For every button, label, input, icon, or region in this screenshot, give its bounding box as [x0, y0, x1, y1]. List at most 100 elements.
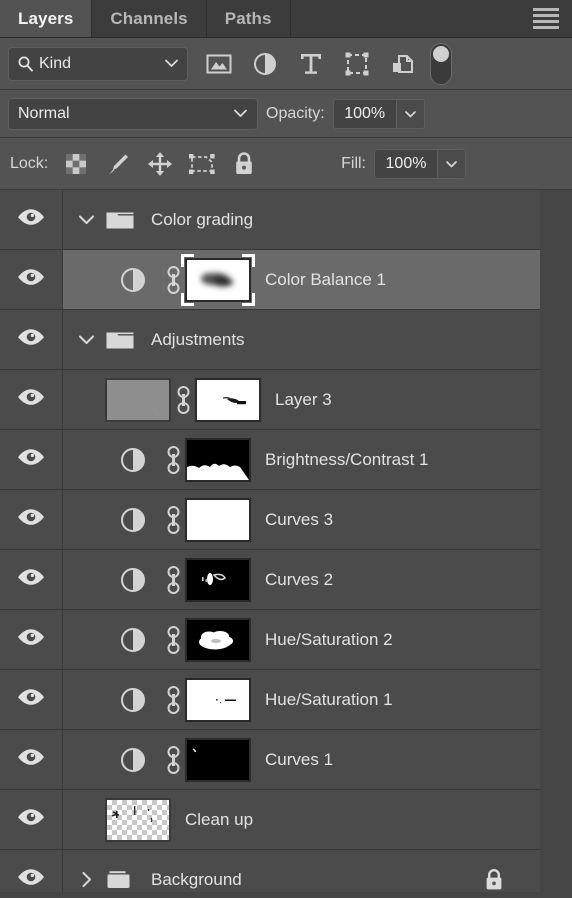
layer-row[interactable]: Hue/Saturation 2 — [0, 610, 572, 670]
layer-row[interactable]: Layer 3 — [0, 370, 572, 430]
link-mask-icon[interactable] — [161, 685, 185, 715]
layer-name[interactable]: Color Balance 1 — [265, 270, 386, 290]
layer-name[interactable]: Curves 1 — [265, 750, 333, 770]
layer-name[interactable]: Clean up — [185, 810, 253, 830]
layer-row-content[interactable]: Color grading — [63, 190, 540, 249]
adjustment-layer-filter-icon[interactable] — [242, 42, 288, 86]
layer-name[interactable]: Hue/Saturation 1 — [265, 690, 393, 710]
link-mask-icon[interactable] — [161, 505, 185, 535]
smart-object-filter-icon[interactable] — [380, 42, 426, 86]
layer-thumbnail[interactable] — [105, 797, 171, 842]
lock-position-icon[interactable] — [140, 144, 180, 184]
layer-row[interactable]: Curves 3 — [0, 490, 572, 550]
link-mask-icon[interactable] — [161, 745, 185, 775]
layer-visibility-toggle[interactable] — [0, 550, 63, 609]
layer-visibility-toggle[interactable] — [0, 790, 63, 849]
layer-row-content[interactable]: Adjustments — [63, 310, 540, 369]
layer-name[interactable]: Curves 3 — [265, 510, 333, 530]
layer-name[interactable]: Background — [151, 870, 242, 890]
shape-layer-filter-icon[interactable] — [334, 42, 380, 86]
layer-visibility-toggle[interactable] — [0, 850, 63, 893]
adjustment-half-circle-icon[interactable] — [105, 687, 161, 713]
layer-list-scroll-gutter[interactable] — [540, 190, 572, 893]
panel-menu-button[interactable] — [520, 0, 572, 37]
layer-row[interactable]: Hue/Saturation 1 — [0, 670, 572, 730]
layer-mask-thumbnail[interactable] — [185, 557, 251, 602]
layer-row-content[interactable]: Clean up — [63, 790, 540, 849]
link-mask-icon[interactable] — [161, 625, 185, 655]
adjustment-half-circle-icon[interactable] — [105, 747, 161, 773]
adjustment-half-circle-icon[interactable] — [105, 507, 161, 533]
layer-row-content[interactable]: Brightness/Contrast 1 — [63, 430, 540, 489]
layer-row[interactable]: Color Balance 1 — [0, 250, 572, 310]
layer-list[interactable]: Color grading Color Balance 1 Adjustment… — [0, 190, 572, 893]
layer-row-content[interactable]: Hue/Saturation 1 — [63, 670, 540, 729]
adjustment-half-circle-icon[interactable] — [105, 447, 161, 473]
group-disclosure-chevron-right-icon[interactable] — [69, 870, 103, 889]
layer-thumbnail[interactable] — [105, 377, 171, 422]
layer-name[interactable]: Brightness/Contrast 1 — [265, 450, 428, 470]
layer-row-content[interactable]: Background — [63, 850, 540, 893]
layer-visibility-toggle[interactable] — [0, 310, 63, 369]
layer-name[interactable]: Hue/Saturation 2 — [265, 630, 393, 650]
layer-name[interactable]: Adjustments — [151, 330, 245, 350]
adjustment-half-circle-icon[interactable] — [105, 627, 161, 653]
layer-row[interactable]: Brightness/Contrast 1 — [0, 430, 572, 490]
layer-mask-thumbnail[interactable] — [185, 497, 251, 542]
group-disclosure-chevron-down-icon[interactable] — [69, 213, 103, 226]
opacity-value[interactable]: 100% — [333, 99, 396, 128]
layer-row[interactable]: Color grading — [0, 190, 572, 250]
layer-visibility-toggle[interactable] — [0, 730, 63, 789]
layer-visibility-toggle[interactable] — [0, 490, 63, 549]
adjustment-half-circle-icon[interactable] — [105, 267, 161, 293]
layer-name[interactable]: Curves 2 — [265, 570, 333, 590]
blend-mode-dropdown[interactable]: Normal — [8, 97, 258, 130]
layer-mask-thumbnail[interactable] — [185, 737, 251, 782]
tab-paths[interactable]: Paths — [206, 0, 291, 37]
layer-row-content[interactable]: Hue/Saturation 2 — [63, 610, 540, 669]
lock-transparent-pixels-icon[interactable] — [56, 144, 96, 184]
layer-row[interactable]: Curves 2 — [0, 550, 572, 610]
type-layer-filter-icon[interactable] — [288, 42, 334, 86]
opacity-field[interactable]: 100% — [332, 98, 425, 129]
layer-visibility-toggle[interactable] — [0, 250, 63, 309]
layer-row-content[interactable]: Curves 1 — [63, 730, 540, 789]
layer-row-content[interactable]: Curves 3 — [63, 490, 540, 549]
layer-visibility-toggle[interactable] — [0, 370, 63, 429]
tab-layers[interactable]: Layers — [0, 0, 93, 37]
fill-field[interactable]: 100% — [374, 148, 466, 179]
pixel-layer-filter-icon[interactable] — [196, 42, 242, 86]
layer-row[interactable]: Adjustments — [0, 310, 572, 370]
fill-stepper-chevron-down-icon[interactable] — [437, 149, 465, 178]
layer-name[interactable]: Layer 3 — [275, 390, 332, 410]
lock-artboard-nesting-icon[interactable] — [182, 144, 222, 184]
layer-row-content[interactable]: Layer 3 — [63, 370, 540, 429]
link-mask-icon[interactable] — [161, 445, 185, 475]
group-disclosure-chevron-down-icon[interactable] — [69, 333, 103, 346]
layer-mask-thumbnail[interactable] — [185, 257, 251, 302]
filter-kind-dropdown[interactable]: Kind — [8, 46, 188, 81]
layer-mask-thumbnail[interactable] — [185, 437, 251, 482]
fill-value[interactable]: 100% — [375, 149, 437, 178]
layer-row[interactable]: Background — [0, 850, 572, 893]
filter-enable-toggle[interactable] — [430, 42, 452, 85]
lock-image-pixels-icon[interactable] — [98, 144, 138, 184]
adjustment-half-circle-icon[interactable] — [105, 567, 161, 593]
link-mask-icon[interactable] — [171, 385, 195, 415]
layer-visibility-toggle[interactable] — [0, 610, 63, 669]
layer-row-content[interactable]: Curves 2 — [63, 550, 540, 609]
layer-mask-thumbnail[interactable] — [185, 617, 251, 662]
layer-visibility-toggle[interactable] — [0, 190, 63, 249]
layer-mask-thumbnail[interactable] — [185, 677, 251, 722]
layer-row[interactable]: Curves 1 — [0, 730, 572, 790]
layer-mask-thumbnail[interactable] — [195, 377, 261, 422]
layer-row[interactable]: Clean up — [0, 790, 572, 850]
tab-channels[interactable]: Channels — [92, 0, 207, 37]
opacity-stepper-chevron-down-icon[interactable] — [395, 99, 424, 128]
layer-row-content[interactable]: Color Balance 1 — [63, 250, 540, 309]
layer-name[interactable]: Color grading — [151, 210, 253, 230]
layer-visibility-toggle[interactable] — [0, 670, 63, 729]
link-mask-icon[interactable] — [161, 565, 185, 595]
lock-all-icon[interactable] — [224, 144, 264, 184]
link-mask-icon[interactable] — [161, 265, 185, 295]
